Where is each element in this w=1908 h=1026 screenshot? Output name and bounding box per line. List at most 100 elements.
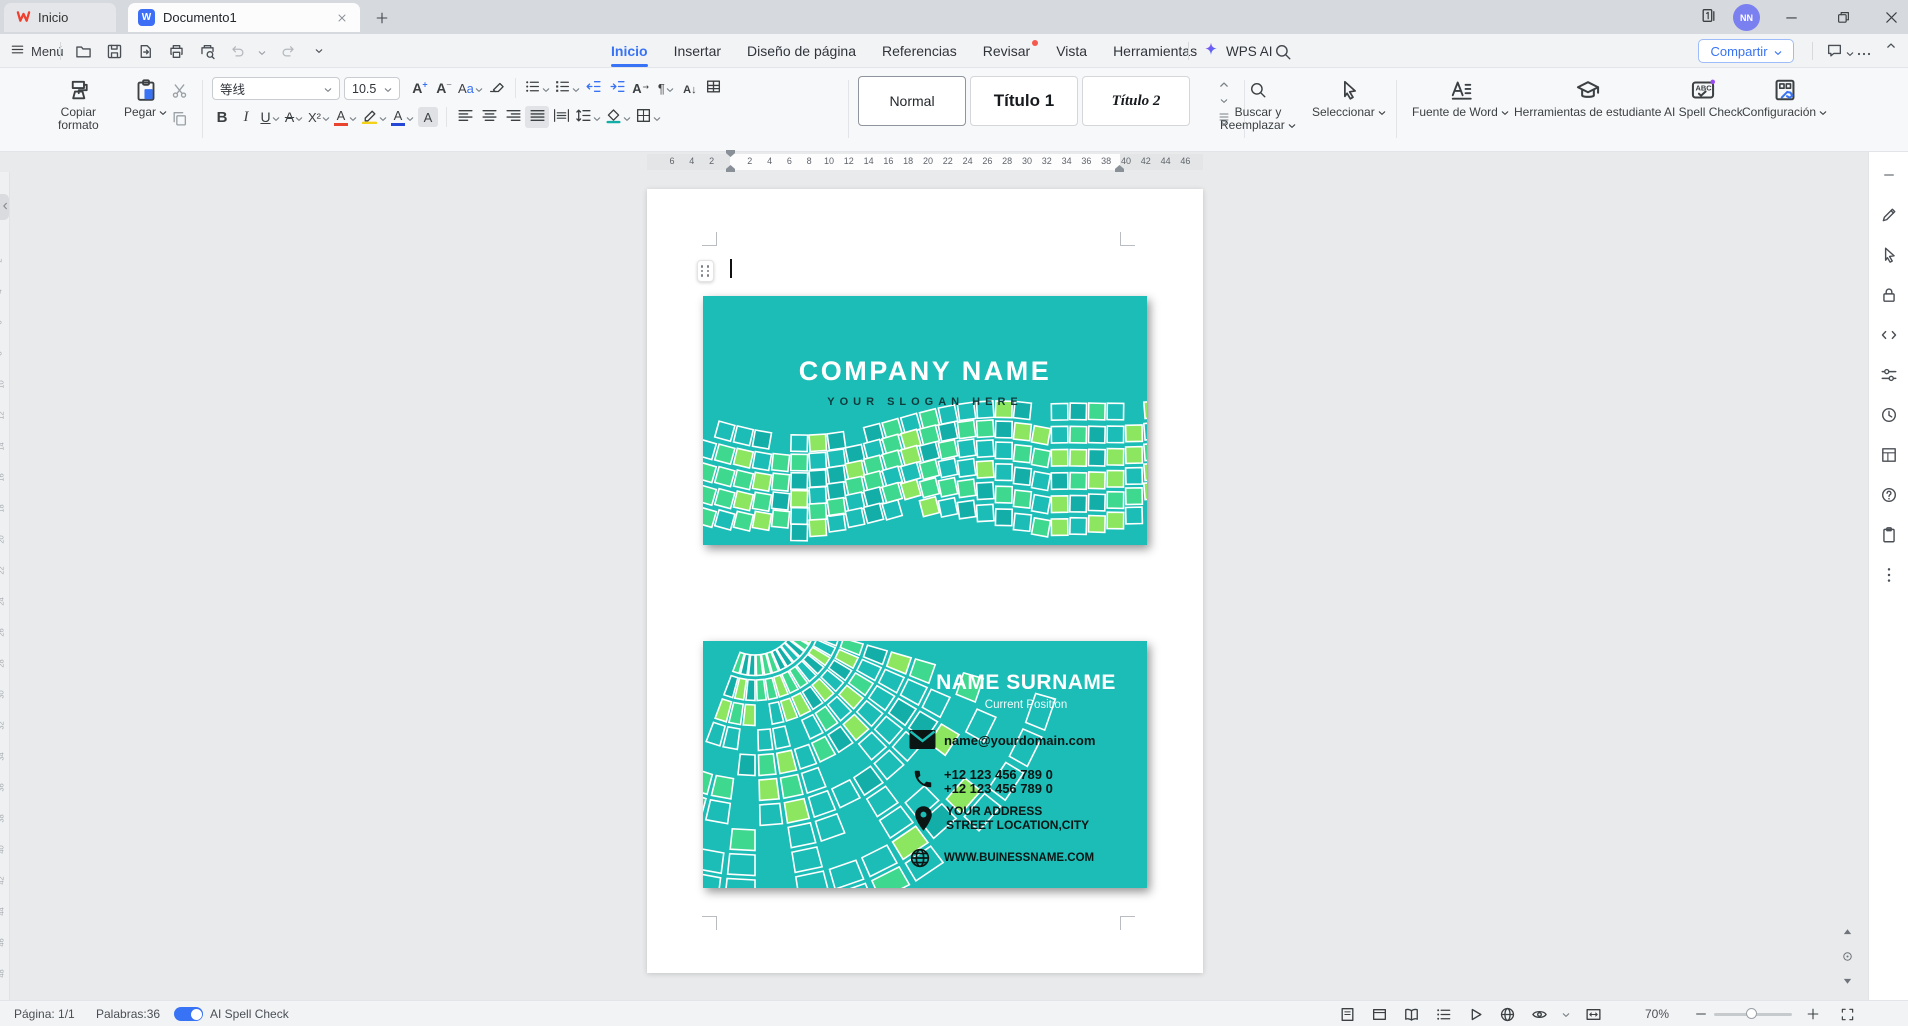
page-select-icon[interactable] (1338, 1005, 1356, 1023)
printer-icon[interactable] (165, 40, 187, 62)
increase-indent-button[interactable] (606, 77, 630, 99)
restore-button[interactable] (1826, 0, 1860, 34)
close-tab-icon[interactable] (334, 10, 350, 26)
format-painter-button[interactable]: Copiar formato (52, 74, 105, 135)
style-t1[interactable]: Título 1 (970, 76, 1078, 126)
collapse-panel-handle[interactable] (0, 194, 9, 220)
table-grid-button[interactable] (702, 77, 726, 99)
eraser-button[interactable] (485, 77, 509, 99)
clipboard-small-icon[interactable] (1880, 526, 1898, 544)
web-globe-icon[interactable] (1498, 1005, 1516, 1023)
font-name-select[interactable]: 等线 (212, 77, 340, 100)
strikethrough-button[interactable]: A (282, 106, 306, 128)
customize-toolbar-chevron[interactable] (308, 40, 330, 62)
document-page[interactable]: COMPANY NAME YOUR SLOGAN HERE NAME SURNA… (647, 189, 1203, 973)
comments-button[interactable] (1826, 42, 1854, 62)
fit-width-icon[interactable] (1584, 1005, 1602, 1023)
fullscreen-button[interactable] (1838, 1005, 1856, 1023)
history-icon[interactable] (1880, 406, 1898, 424)
font-color-button[interactable]: A (389, 106, 416, 128)
page-indicator[interactable]: Página: 1/1 (14, 1007, 75, 1021)
cut-button[interactable] (168, 80, 190, 100)
line-spacing-button[interactable] (573, 106, 603, 128)
user-avatar[interactable]: NN (1733, 4, 1760, 31)
configuration-button[interactable]: Configuración (1736, 74, 1833, 122)
font-size-select[interactable]: 10.5 (344, 77, 400, 100)
document-canvas[interactable]: 2468101214161820222426283032343638404244… (0, 172, 1868, 1000)
chevron-down-icon[interactable] (258, 44, 268, 59)
outline-list-icon[interactable] (1434, 1005, 1452, 1023)
select-browse-object-button[interactable] (1838, 948, 1856, 964)
word-font-button[interactable]: Fuente de Word (1406, 74, 1515, 122)
find-replace-button[interactable]: Buscar y Reemplazar (1214, 74, 1302, 135)
zoom-in-button[interactable] (1804, 1005, 1822, 1023)
zoom-slider-knob[interactable] (1746, 1008, 1757, 1019)
tab-insertar[interactable]: Insertar (661, 34, 734, 67)
select-button[interactable]: Seleccionar (1306, 74, 1392, 122)
pen-icon[interactable] (1880, 206, 1898, 224)
char-effect-button[interactable]: A (332, 106, 359, 128)
autoplay-icon[interactable] (1466, 1005, 1484, 1023)
document-tab[interactable]: W Documento1 (128, 3, 360, 32)
undo-button[interactable] (227, 40, 249, 62)
select-arrow-icon[interactable] (1880, 246, 1898, 264)
tab-revisar[interactable]: Revisar (970, 34, 1043, 67)
next-page-button[interactable] (1838, 972, 1856, 988)
shading-button[interactable] (603, 106, 633, 128)
zoom-out-button[interactable] (1692, 1005, 1710, 1023)
share-button[interactable]: Compartir (1698, 39, 1794, 63)
paragraph-mark-button[interactable]: ¶ (654, 77, 678, 99)
export-icon[interactable] (134, 40, 156, 62)
previous-page-button[interactable] (1838, 924, 1856, 940)
help-icon[interactable] (1880, 486, 1898, 504)
style-normal[interactable]: Normal (858, 76, 966, 126)
paste-button[interactable]: Pegar (118, 74, 173, 122)
char-shading-box-button[interactable]: A (416, 106, 440, 128)
align-justify-button[interactable] (525, 106, 549, 128)
close-window-button[interactable] (1874, 0, 1908, 34)
superscript-button[interactable]: X² (306, 106, 332, 128)
bullet-list-button[interactable] (522, 77, 552, 99)
search-icon[interactable] (1272, 41, 1294, 63)
align-center-button[interactable] (477, 106, 501, 128)
main-menu-button[interactable]: Menú (10, 40, 64, 62)
tab-dise-o-de-p-gina[interactable]: Diseño de página (734, 34, 869, 67)
window-stack-icon[interactable] (1700, 7, 1717, 27)
sort-az-button[interactable]: A↓ (678, 77, 702, 99)
more-dots-icon[interactable] (1880, 566, 1898, 584)
tab-herramientas[interactable]: Herramientas (1100, 34, 1210, 67)
eye-protect-icon[interactable] (1530, 1005, 1548, 1023)
align-left-button[interactable] (453, 106, 477, 128)
ai-spell-check-toggle[interactable] (174, 1007, 203, 1021)
tab-referencias[interactable]: Referencias (869, 34, 970, 67)
distribute-button[interactable] (549, 106, 573, 128)
more-options-button[interactable] (1856, 46, 1872, 62)
highlighter-button[interactable] (359, 106, 389, 128)
tab-inicio[interactable]: Inicio (598, 34, 661, 67)
tab-vista[interactable]: Vista (1043, 34, 1100, 67)
copy-button[interactable] (168, 108, 190, 128)
horizontal-ruler[interactable]: 6 4 2 2 4 6 8 10 12 14 16 18 20 22 24 26 28 30 32 34 36 38 40 4… (10, 150, 1868, 177)
zoom-level[interactable]: 70% (1645, 1007, 1669, 1021)
sliders-icon[interactable] (1880, 366, 1898, 384)
word-count[interactable]: Palabras:36 (96, 1007, 160, 1021)
page-layout2-icon[interactable] (1370, 1005, 1388, 1023)
business-card-front[interactable]: COMPANY NAME YOUR SLOGAN HERE (703, 296, 1147, 545)
borders-button[interactable] (633, 106, 663, 128)
new-tab-button[interactable] (372, 8, 392, 28)
folder-open-icon[interactable] (72, 40, 94, 62)
underline-button[interactable]: U (258, 106, 282, 128)
paragraph-drag-handle[interactable] (697, 260, 714, 282)
text-layout-button[interactable]: A (630, 77, 654, 99)
zoom-slider[interactable] (1714, 1008, 1792, 1019)
business-card-back[interactable]: NAME SURNAME Current Position name@yourd… (703, 641, 1147, 888)
page-layout-icon[interactable] (1880, 446, 1898, 464)
student-tools-button[interactable]: Herramientas de estudiante (1508, 74, 1667, 122)
lock-icon[interactable] (1880, 286, 1898, 304)
decrease-indent-button[interactable] (582, 77, 606, 99)
home-tab[interactable]: Inicio (4, 3, 116, 32)
read-book-icon[interactable] (1402, 1005, 1420, 1023)
minimize-button[interactable] (1774, 0, 1808, 34)
wps-ai-button[interactable]: WPS AI (1202, 39, 1273, 63)
minus-icon[interactable] (1880, 166, 1898, 184)
